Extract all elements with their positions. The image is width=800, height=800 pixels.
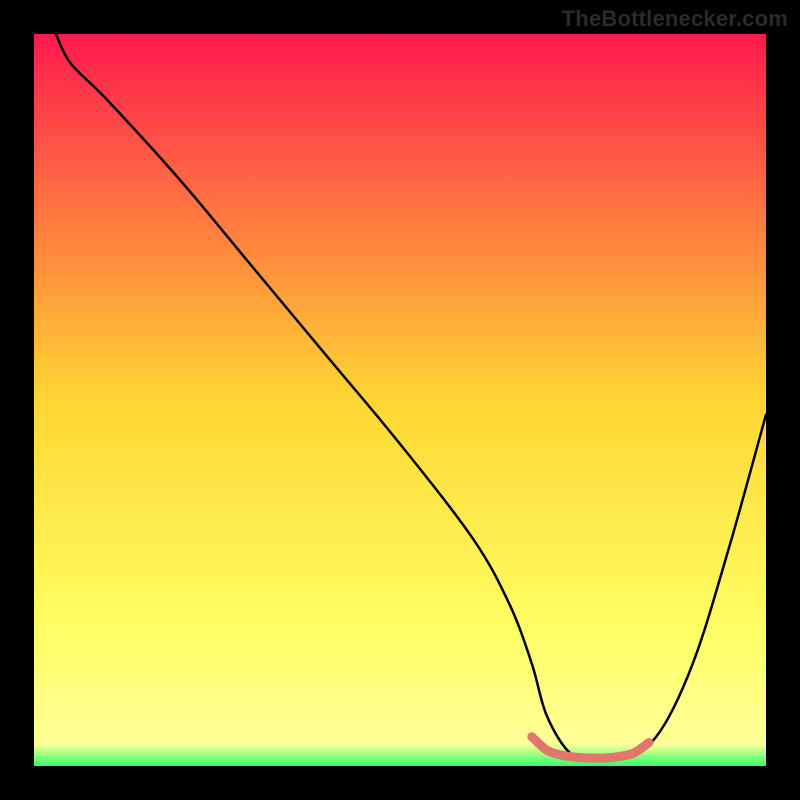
watermark-text: TheBottlenecker.com — [562, 6, 788, 32]
chart-container: TheBottlenecker.com — [0, 0, 800, 800]
chart-svg — [0, 0, 800, 800]
chart-background — [34, 34, 766, 766]
